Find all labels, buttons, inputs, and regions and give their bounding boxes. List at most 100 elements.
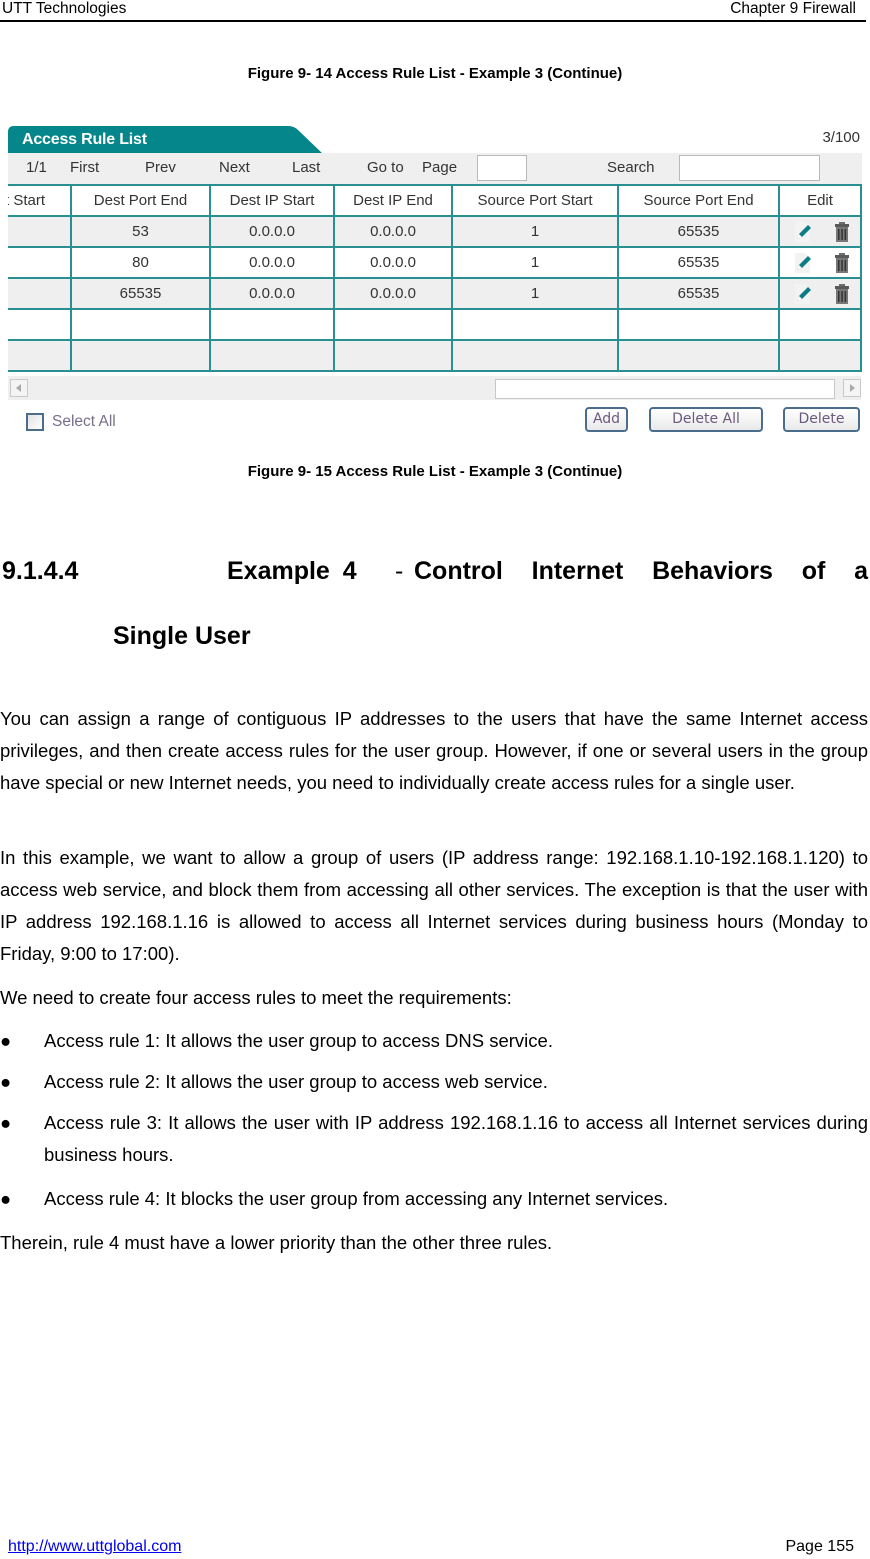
- cell-source-port-start: 1: [451, 215, 619, 248]
- empty-cell: [451, 339, 619, 372]
- add-button[interactable]: Add: [585, 407, 628, 432]
- paragraph-conclusion: Therein, rule 4 must have a lower priori…: [0, 1232, 553, 1253]
- empty-cell: [209, 339, 335, 372]
- bullet-icon: ●: [0, 1071, 12, 1092]
- horizontal-scrollbar[interactable]: [8, 376, 861, 400]
- col-header-dest-port-end: Dest Port End: [70, 184, 211, 217]
- cell-source-port-end: 65535: [617, 246, 780, 279]
- delete-button[interactable]: Delete: [783, 407, 860, 432]
- cell-source-port-end: 65535: [617, 215, 780, 248]
- cell-dest-ip-end: 0.0.0.0: [333, 246, 453, 279]
- edit-pencil-icon[interactable]: [792, 283, 814, 305]
- widget-title-tab: Access Rule List: [8, 126, 328, 154]
- table-row-empty: [8, 308, 862, 341]
- empty-cell: [70, 308, 211, 341]
- cell-dest-ip-start: 0.0.0.0: [209, 277, 335, 310]
- cell-dest-ip-start: 0.0.0.0: [209, 246, 335, 279]
- cell-dest-ip-end: 0.0.0.0: [333, 215, 453, 248]
- pagination-toolbar: 1/1 First Prev Next Last Go to Page Sear…: [8, 153, 862, 184]
- delete-trash-icon[interactable]: [834, 284, 850, 304]
- bullet-icon: ●: [0, 1030, 12, 1051]
- table-header-row: rt Start Dest Port End Dest IP Start Des…: [8, 184, 862, 217]
- rule-count: 3/100: [822, 129, 860, 146]
- bullet-text: Access rule 1: It allows the user group …: [44, 1030, 553, 1051]
- widget-title: Access Rule List: [22, 131, 147, 148]
- next-page-link[interactable]: Next: [219, 159, 250, 176]
- cell-source-port-end: 65535: [617, 277, 780, 310]
- search-label: Search: [607, 159, 655, 176]
- scroll-right-arrow-icon: [850, 384, 855, 392]
- empty-cell: [778, 339, 862, 372]
- col-header-dest-ip-start: Dest IP Start: [209, 184, 335, 217]
- page-info: 1/1: [26, 159, 47, 176]
- first-page-link[interactable]: First: [70, 159, 99, 176]
- table-row: 53 0.0.0.0 0.0.0.0 1 65535: [8, 215, 862, 248]
- cell-dest-port-end: 65535: [70, 277, 211, 310]
- col-header-dest-port-start: rt Start: [8, 184, 72, 217]
- col-header-edit: Edit: [778, 184, 862, 217]
- cell-dest-port-end: 80: [70, 246, 211, 279]
- goto-label: Go to: [367, 159, 404, 176]
- section-title-dash: -: [395, 557, 404, 585]
- empty-cell: [617, 339, 780, 372]
- section-number: 9.1.4.4: [2, 557, 79, 585]
- footer-page-number: Page 155: [785, 1538, 854, 1555]
- page-label: Page: [422, 159, 458, 176]
- paragraph-requirements: We need to create four access rules to m…: [0, 987, 512, 1008]
- cell-dest-port-start: [8, 246, 72, 279]
- empty-cell: [8, 339, 72, 372]
- scrollbar-thumb[interactable]: [495, 379, 835, 399]
- access-rule-table: rt Start Dest Port End Dest IP Start Des…: [8, 184, 862, 372]
- delete-trash-icon[interactable]: [834, 222, 850, 242]
- empty-cell: [333, 339, 453, 372]
- page-input[interactable]: [477, 155, 527, 181]
- cell-edit: [778, 246, 862, 279]
- table-row-empty: [8, 339, 862, 372]
- cell-dest-port-start: [8, 215, 72, 248]
- select-all-label: Select All: [52, 413, 116, 430]
- figure-caption-top: Figure 9- 14 Access Rule List - Example …: [247, 65, 623, 82]
- paragraph-intro: You can assign a range of contiguous IP …: [0, 708, 868, 793]
- paragraph-example: In this example, we want to allow a grou…: [0, 847, 868, 964]
- col-header-source-port-start: Source Port Start: [451, 184, 619, 217]
- delete-all-button[interactable]: Delete All: [649, 407, 763, 432]
- select-all-checkbox[interactable]: [26, 413, 44, 431]
- bullet-text: Access rule 4: It blocks the user group …: [44, 1188, 669, 1209]
- section-title-part2: Control Internet Behaviors of a: [414, 557, 868, 585]
- cell-dest-ip-start: 0.0.0.0: [209, 215, 335, 248]
- cell-source-port-start: 1: [451, 277, 619, 310]
- edit-pencil-icon[interactable]: [792, 252, 814, 274]
- edit-pencil-icon[interactable]: [792, 221, 814, 243]
- last-page-link[interactable]: Last: [292, 159, 320, 176]
- section-title-part1: Example 4: [227, 557, 357, 585]
- table-row: 65535 0.0.0.0 0.0.0.0 1 65535: [8, 277, 862, 310]
- bullet-icon: ●: [0, 1112, 12, 1133]
- cell-dest-port-end: 53: [70, 215, 211, 248]
- header-chapter: Chapter 9 Firewall: [730, 0, 856, 17]
- scroll-right-button[interactable]: [843, 379, 861, 397]
- empty-cell: [8, 308, 72, 341]
- footer-website-link[interactable]: http://www.uttglobal.com: [8, 1538, 181, 1556]
- cell-edit: [778, 277, 862, 310]
- cell-dest-ip-end: 0.0.0.0: [333, 277, 453, 310]
- page-header: UTT Technologies Chapter 9 Firewall: [0, 0, 866, 22]
- prev-page-link[interactable]: Prev: [145, 159, 176, 176]
- col-header-source-port-end: Source Port End: [617, 184, 780, 217]
- empty-cell: [617, 308, 780, 341]
- delete-trash-icon[interactable]: [834, 253, 850, 273]
- scroll-left-button[interactable]: [10, 379, 28, 397]
- empty-cell: [451, 308, 619, 341]
- empty-cell: [778, 308, 862, 341]
- access-rule-list-widget: Access Rule List 3/100 1/1 First Prev Ne…: [8, 124, 862, 440]
- bullet-text: Access rule 2: It allows the user group …: [44, 1071, 548, 1092]
- cell-edit: [778, 215, 862, 248]
- scroll-left-arrow-icon: [16, 384, 21, 392]
- col-header-dest-ip-end: Dest IP End: [333, 184, 453, 217]
- cell-source-port-start: 1: [451, 246, 619, 279]
- figure-caption-bottom: Figure 9- 15 Access Rule List - Example …: [247, 463, 623, 480]
- empty-cell: [209, 308, 335, 341]
- section-title-line2: Single User: [113, 622, 251, 650]
- header-company: UTT Technologies: [2, 0, 127, 17]
- cell-dest-port-start: [8, 277, 72, 310]
- search-input[interactable]: [679, 155, 820, 181]
